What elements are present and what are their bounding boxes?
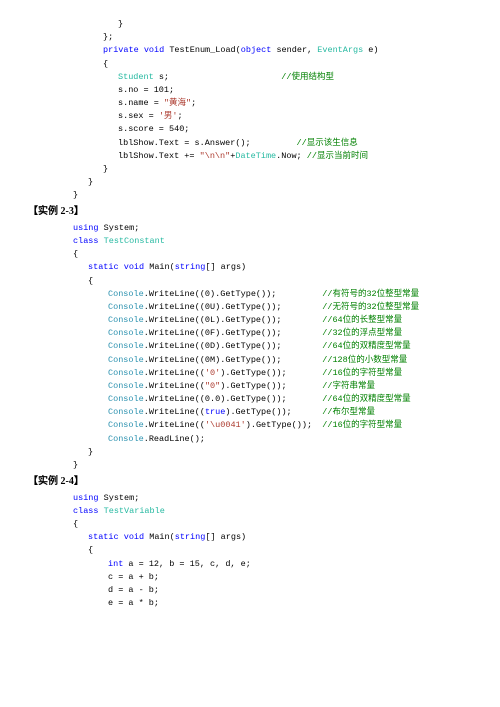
code-line: Console.WriteLine((true).GetType()); //布… (28, 406, 472, 419)
code-line: } (28, 176, 472, 189)
code-line: static void Main(string[] args) (28, 531, 472, 544)
code-line: { (28, 544, 472, 557)
code-line: d = a - b; (28, 584, 472, 597)
code-line: class TestVariable (28, 505, 472, 518)
code-line: { (28, 248, 472, 261)
code-line: } (28, 163, 472, 176)
code-line: Console.WriteLine(('\u0041').GetType());… (28, 419, 472, 432)
code-line: int a = 12, b = 15, c, d, e; (28, 558, 472, 571)
code-line: e = a * b; (28, 597, 472, 610)
code-line: Console.WriteLine((0D).GetType()); //64位… (28, 340, 472, 353)
code-line: { (28, 518, 472, 531)
code-line: { (28, 58, 472, 71)
section-header: 【实例 2-4】 (28, 474, 472, 490)
code-line: Console.WriteLine((0L).GetType()); //64位… (28, 314, 472, 327)
code-line: }; (28, 31, 472, 44)
code-line: private void TestEnum_Load(object sender… (28, 44, 472, 57)
code-line: s.sex = '男'; (28, 110, 472, 123)
code-document: }};private void TestEnum_Load(object sen… (28, 18, 472, 610)
code-line: Console.WriteLine((0).GetType()); //有符号的… (28, 288, 472, 301)
code-line: Console.WriteLine(("0").GetType()); //字符… (28, 380, 472, 393)
code-line: static void Main(string[] args) (28, 261, 472, 274)
code-line: using System; (28, 492, 472, 505)
code-line: lblShow.Text = s.Answer(); //显示该生信息 (28, 137, 472, 150)
code-line: { (28, 275, 472, 288)
code-line: s.no = 101; (28, 84, 472, 97)
code-line: Console.WriteLine(('0').GetType()); //16… (28, 367, 472, 380)
code-line: } (28, 446, 472, 459)
code-line: Student s; //使用结构型 (28, 71, 472, 84)
code-line: lblShow.Text += "\n\n"+DateTime.Now; //显… (28, 150, 472, 163)
section-header: 【实例 2-3】 (28, 204, 472, 220)
code-line: using System; (28, 222, 472, 235)
code-line: Console.ReadLine(); (28, 433, 472, 446)
code-line: c = a + b; (28, 571, 472, 584)
code-line: } (28, 189, 472, 202)
code-line: Console.WriteLine((0.0).GetType()); //64… (28, 393, 472, 406)
code-line: class TestConstant (28, 235, 472, 248)
code-line: } (28, 459, 472, 472)
code-line: Console.WriteLine((0M).GetType()); //128… (28, 354, 472, 367)
code-line: s.score = 540; (28, 123, 472, 136)
code-line: Console.WriteLine((0F).GetType()); //32位… (28, 327, 472, 340)
code-line: s.name = "黄海"; (28, 97, 472, 110)
code-line: } (28, 18, 472, 31)
code-line: Console.WriteLine((0U).GetType()); //无符号… (28, 301, 472, 314)
